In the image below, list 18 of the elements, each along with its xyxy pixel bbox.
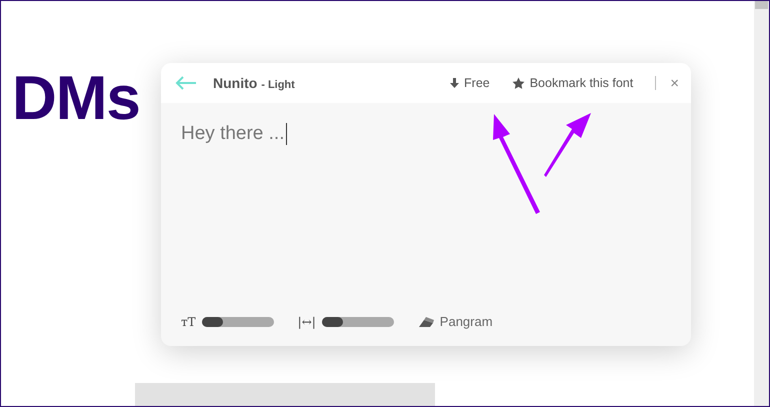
download-link[interactable]: Free bbox=[450, 76, 490, 90]
close-button[interactable]: × bbox=[670, 74, 679, 92]
annotation-arrow bbox=[544, 113, 591, 177]
slider-track[interactable] bbox=[322, 316, 394, 326]
pangram-button[interactable]: Pangram bbox=[418, 314, 493, 329]
download-icon bbox=[450, 78, 460, 88]
slider-fill[interactable] bbox=[202, 316, 224, 326]
slider-label: тT bbox=[181, 314, 196, 328]
slider-label: |↔| bbox=[298, 314, 316, 328]
slider-track[interactable] bbox=[202, 316, 274, 326]
sample-text-field[interactable]: Hey there ... bbox=[181, 123, 286, 145]
bookmark-link[interactable]: Bookmark this font bbox=[512, 76, 634, 90]
page-heading: DMs bbox=[12, 63, 140, 134]
eraser-icon bbox=[418, 316, 434, 328]
star-icon bbox=[512, 76, 525, 90]
font-name: Nunito - Light bbox=[213, 75, 295, 91]
slider-fill[interactable] bbox=[322, 316, 344, 326]
scrollbar[interactable] bbox=[754, 1, 769, 406]
